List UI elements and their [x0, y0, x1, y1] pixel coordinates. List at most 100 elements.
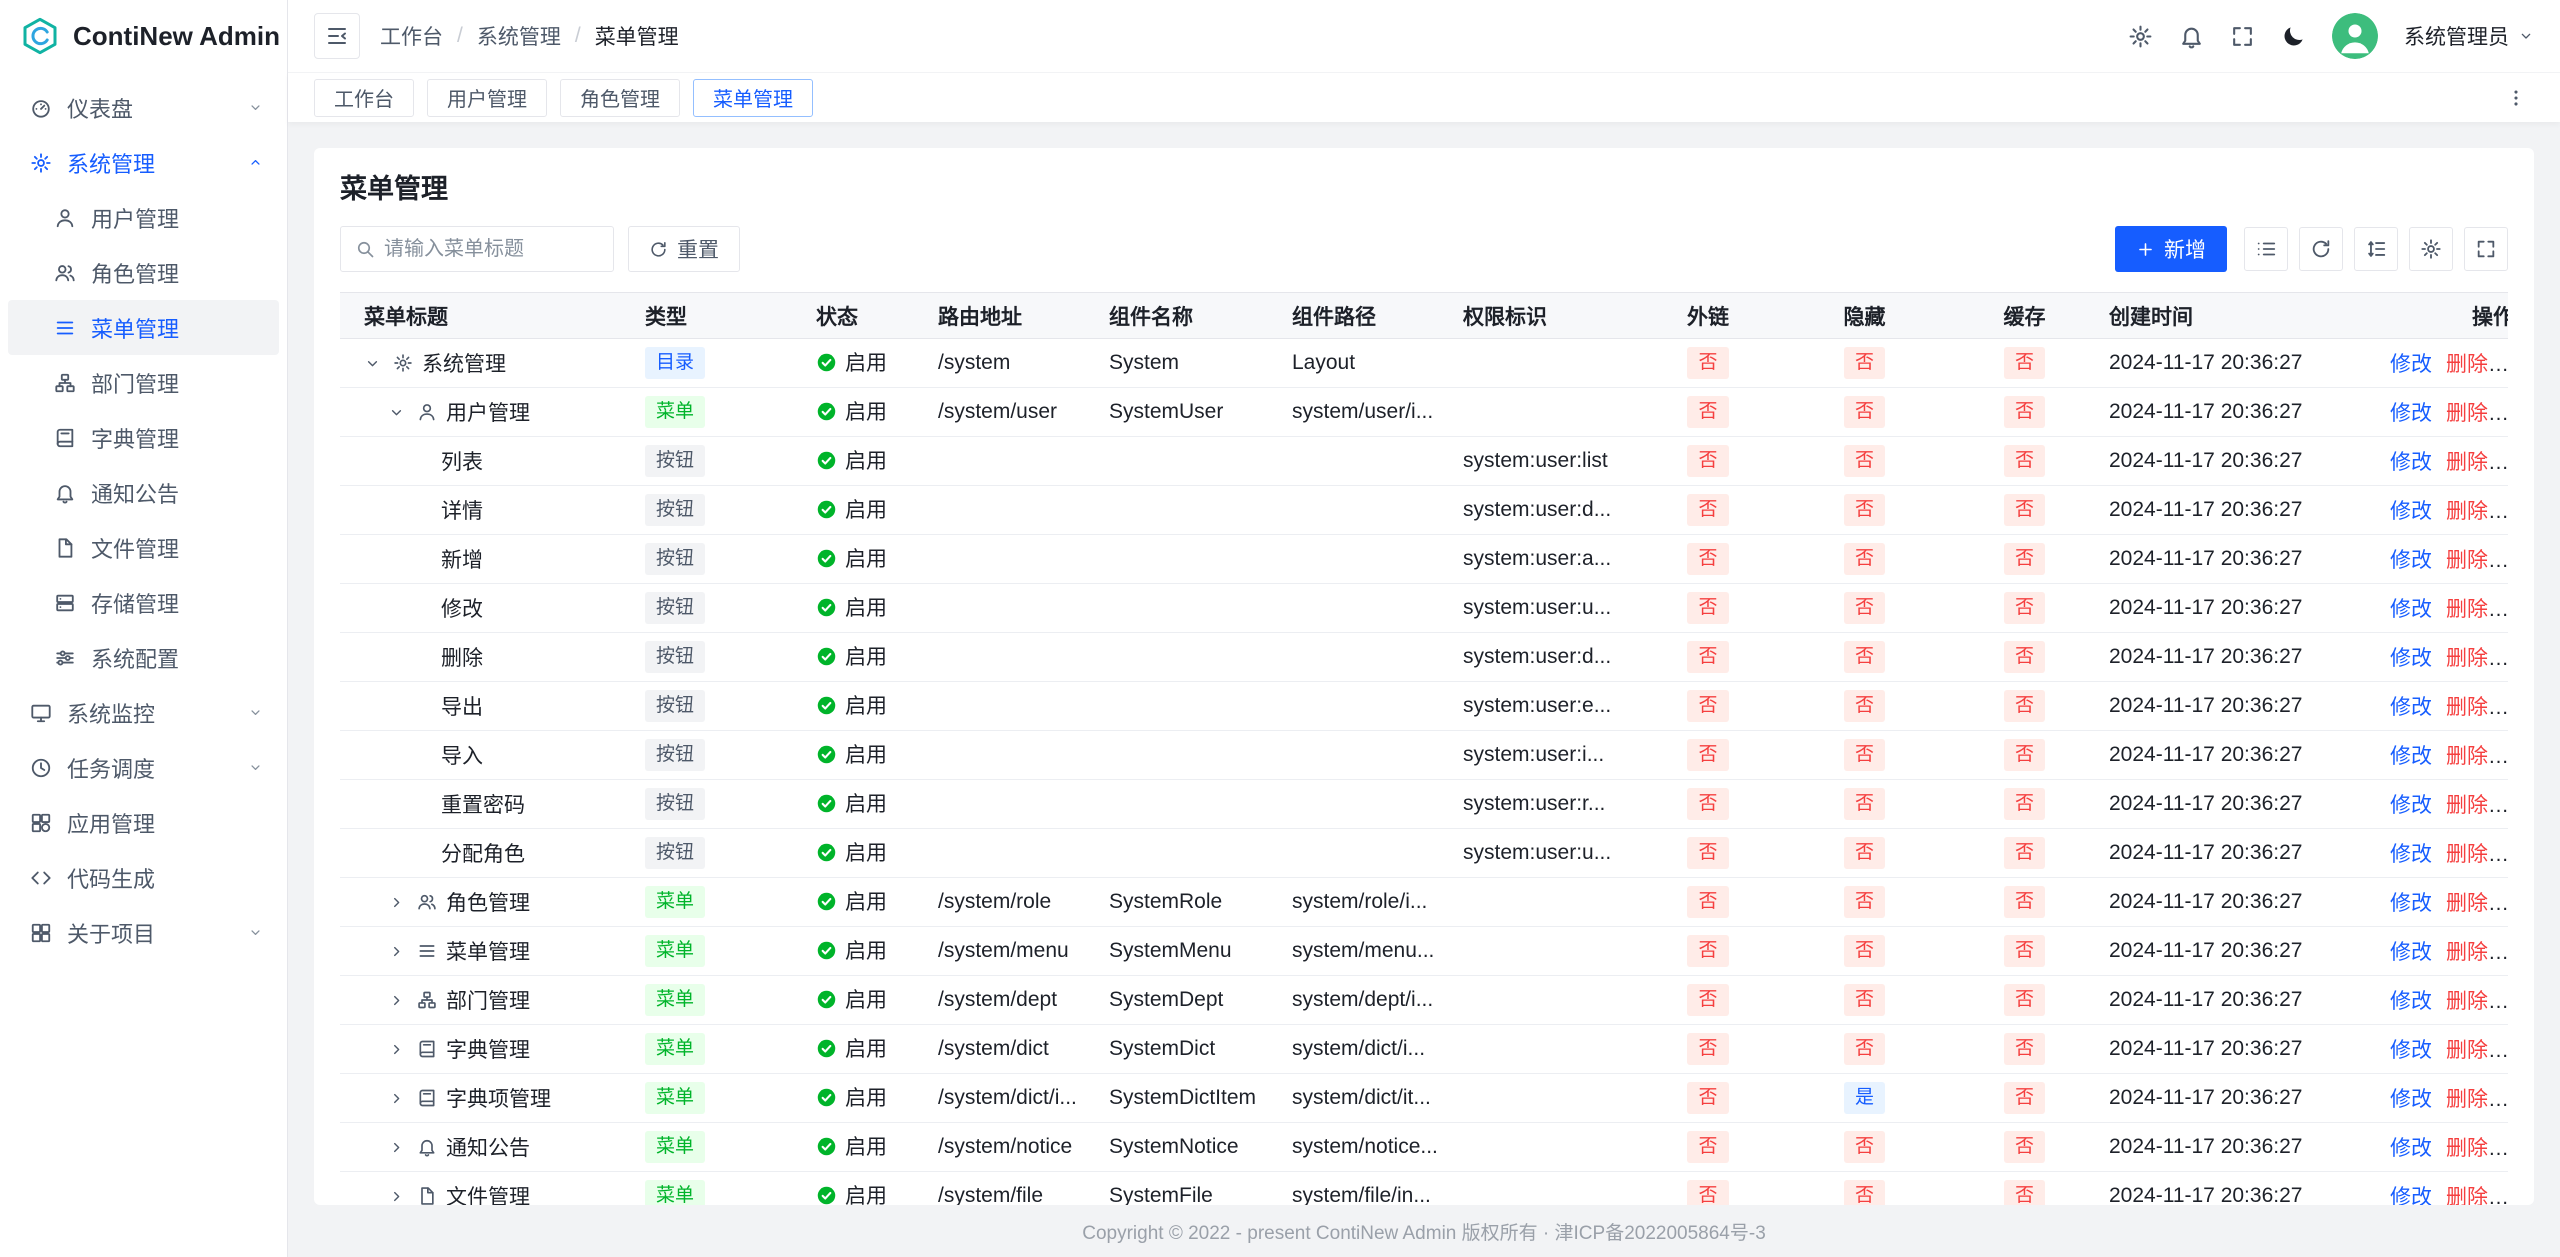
- sidebar-item-user[interactable]: 用户管理: [8, 190, 279, 245]
- expand-toggle-icon[interactable]: [384, 1139, 408, 1156]
- delete-link[interactable]: 删除: [2446, 500, 2488, 523]
- sidebar-item-system[interactable]: 系统管理: [8, 135, 279, 190]
- edit-link[interactable]: 修改: [2390, 647, 2432, 670]
- table-row[interactable]: 列表 按钮 启用 system:user:list 否 否 否 2024-11-…: [340, 437, 2508, 486]
- table-row[interactable]: 修改 按钮 启用 system:user:u... 否 否 否 2024-11-…: [340, 584, 2508, 633]
- table-row[interactable]: 新增 按钮 启用 system:user:a... 否 否 否 2024-11-…: [340, 535, 2508, 584]
- edit-link[interactable]: 修改: [2390, 794, 2432, 817]
- breadcrumb-item[interactable]: 系统管理: [477, 21, 561, 51]
- menu-collapse-button[interactable]: [314, 13, 360, 59]
- sidebar-item-dashboard[interactable]: 仪表盘: [8, 80, 279, 135]
- delete-link[interactable]: 删除: [2446, 451, 2488, 474]
- edit-link[interactable]: 修改: [2390, 353, 2432, 376]
- tab-options-button[interactable]: [2498, 80, 2534, 116]
- delete-link[interactable]: 删除: [2446, 353, 2488, 376]
- table-row[interactable]: 部门管理 菜单 启用 /system/dept SystemDept syste…: [340, 976, 2508, 1025]
- table-row[interactable]: 字典项管理 菜单 启用 /system/dict/i... SystemDict…: [340, 1074, 2508, 1123]
- sidebar-item-notice[interactable]: 通知公告: [8, 465, 279, 520]
- expand-toggle-icon[interactable]: [384, 1188, 408, 1205]
- edit-link[interactable]: 修改: [2390, 598, 2432, 621]
- reset-button[interactable]: 重置: [628, 226, 740, 272]
- table-row[interactable]: 删除 按钮 启用 system:user:d... 否 否 否 2024-11-…: [340, 633, 2508, 682]
- delete-link[interactable]: 删除: [2446, 892, 2488, 915]
- delete-link[interactable]: 删除: [2446, 941, 2488, 964]
- delete-link[interactable]: 删除: [2446, 598, 2488, 621]
- table-row[interactable]: 导入 按钮 启用 system:user:i... 否 否 否 2024-11-…: [340, 731, 2508, 780]
- table-row[interactable]: 通知公告 菜单 启用 /system/notice SystemNotice s…: [340, 1123, 2508, 1172]
- avatar[interactable]: [2332, 13, 2378, 59]
- expand-toggle-icon[interactable]: [384, 943, 408, 960]
- delete-link[interactable]: 删除: [2446, 647, 2488, 670]
- delete-link[interactable]: 删除: [2446, 990, 2488, 1013]
- edit-link[interactable]: 修改: [2390, 892, 2432, 915]
- edit-link[interactable]: 修改: [2390, 549, 2432, 572]
- delete-link[interactable]: 删除: [2446, 402, 2488, 425]
- delete-link[interactable]: 删除: [2446, 794, 2488, 817]
- edit-link[interactable]: 修改: [2390, 696, 2432, 719]
- delete-link[interactable]: 删除: [2446, 1137, 2488, 1160]
- search-input[interactable]: [384, 238, 599, 261]
- edit-link[interactable]: 修改: [2390, 1137, 2432, 1160]
- table-row[interactable]: 菜单管理 菜单 启用 /system/menu SystemMenu syste…: [340, 927, 2508, 976]
- sidebar-item-dict[interactable]: 字典管理: [8, 410, 279, 465]
- delete-link[interactable]: 删除: [2446, 549, 2488, 572]
- edit-link[interactable]: 修改: [2390, 451, 2432, 474]
- edit-link[interactable]: 修改: [2390, 1088, 2432, 1111]
- table-row[interactable]: 详情 按钮 启用 system:user:d... 否 否 否 2024-11-…: [340, 486, 2508, 535]
- sidebar-item-menu[interactable]: 菜单管理: [8, 300, 279, 355]
- table-fullscreen-button[interactable]: [2464, 227, 2508, 271]
- expand-toggle-icon[interactable]: [384, 1041, 408, 1058]
- notifications-button[interactable]: [2179, 24, 2204, 49]
- table-row[interactable]: 字典管理 菜单 启用 /system/dict SystemDict syste…: [340, 1025, 2508, 1074]
- sidebar-item-config[interactable]: 系统配置: [8, 630, 279, 685]
- sidebar-item-monitor[interactable]: 系统监控: [8, 685, 279, 740]
- delete-link[interactable]: 删除: [2446, 1039, 2488, 1062]
- sidebar-item-about[interactable]: 关于项目: [8, 905, 279, 960]
- delete-link[interactable]: 删除: [2446, 843, 2488, 866]
- delete-link[interactable]: 删除: [2446, 696, 2488, 719]
- breadcrumb-item[interactable]: 菜单管理: [595, 21, 679, 51]
- expand-toggle-icon[interactable]: [384, 1090, 408, 1107]
- expand-collapse-icon[interactable]: [384, 404, 408, 421]
- tab-user[interactable]: 用户管理: [427, 79, 547, 117]
- sidebar-item-schedule[interactable]: 任务调度: [8, 740, 279, 795]
- column-settings-button[interactable]: [2409, 227, 2453, 271]
- row-height-button[interactable]: [2354, 227, 2398, 271]
- expand-toggle-icon[interactable]: [384, 894, 408, 911]
- delete-link[interactable]: 删除: [2446, 745, 2488, 768]
- breadcrumb-item[interactable]: 工作台: [380, 21, 443, 51]
- edit-link[interactable]: 修改: [2390, 990, 2432, 1013]
- sidebar-item-codegen[interactable]: 代码生成: [8, 850, 279, 905]
- delete-link[interactable]: 删除: [2446, 1186, 2488, 1205]
- table-row[interactable]: 文件管理 菜单 启用 /system/file SystemFile syste…: [340, 1172, 2508, 1206]
- sidebar-item-app[interactable]: 应用管理: [8, 795, 279, 850]
- sidebar-item-storage[interactable]: 存储管理: [8, 575, 279, 630]
- edit-link[interactable]: 修改: [2390, 1186, 2432, 1205]
- expand-collapse-icon[interactable]: [360, 355, 384, 372]
- expand-toggle-icon[interactable]: [384, 992, 408, 1009]
- edit-link[interactable]: 修改: [2390, 500, 2432, 523]
- delete-link[interactable]: 删除: [2446, 1088, 2488, 1111]
- logo[interactable]: ContiNew Admin: [0, 0, 287, 72]
- dark-mode-button[interactable]: [2281, 24, 2306, 49]
- table-row[interactable]: 重置密码 按钮 启用 system:user:r... 否 否 否 2024-1…: [340, 780, 2508, 829]
- sidebar-item-role[interactable]: 角色管理: [8, 245, 279, 300]
- list-view-button[interactable]: [2244, 227, 2288, 271]
- table-row[interactable]: 用户管理 菜单 启用 /system/user SystemUser syste…: [340, 388, 2508, 437]
- edit-link[interactable]: 修改: [2390, 941, 2432, 964]
- table-row[interactable]: 导出 按钮 启用 system:user:e... 否 否 否 2024-11-…: [340, 682, 2508, 731]
- sidebar-item-dept[interactable]: 部门管理: [8, 355, 279, 410]
- edit-link[interactable]: 修改: [2390, 745, 2432, 768]
- edit-link[interactable]: 修改: [2390, 1039, 2432, 1062]
- fullscreen-button[interactable]: [2230, 24, 2255, 49]
- refresh-button[interactable]: [2299, 227, 2343, 271]
- edit-link[interactable]: 修改: [2390, 843, 2432, 866]
- tab-workbench[interactable]: 工作台: [314, 79, 414, 117]
- table-row[interactable]: 角色管理 菜单 启用 /system/role SystemRole syste…: [340, 878, 2508, 927]
- table-row[interactable]: 系统管理 目录 启用 /system System Layout 否 否 否 2…: [340, 339, 2508, 388]
- settings-button[interactable]: [2128, 24, 2153, 49]
- tab-menu[interactable]: 菜单管理: [693, 79, 813, 117]
- sidebar-item-file[interactable]: 文件管理: [8, 520, 279, 575]
- edit-link[interactable]: 修改: [2390, 402, 2432, 425]
- user-menu[interactable]: 系统管理员: [2404, 21, 2534, 51]
